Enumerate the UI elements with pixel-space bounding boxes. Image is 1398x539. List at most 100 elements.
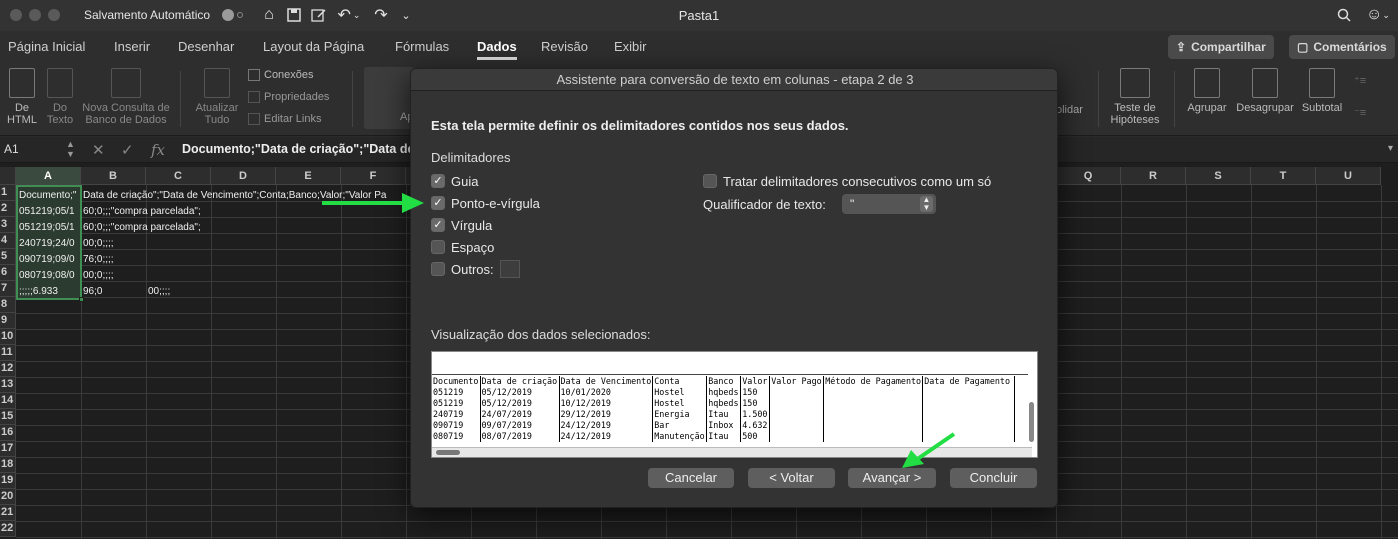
- column-header[interactable]: R: [1121, 167, 1186, 185]
- row-header[interactable]: 6: [0, 265, 16, 281]
- edit-links-button[interactable]: Editar Links: [248, 113, 321, 125]
- cell-a1[interactable]: Documento;": [19, 190, 81, 201]
- row-header[interactable]: 19: [0, 473, 16, 489]
- checkbox-unchecked-icon[interactable]: [431, 240, 445, 254]
- group-button[interactable]: Agrupar: [1184, 68, 1230, 114]
- row-header[interactable]: 16: [0, 425, 16, 441]
- row-header[interactable]: 13: [0, 377, 16, 393]
- checkbox-unchecked-icon[interactable]: [431, 262, 445, 276]
- row-header[interactable]: 9: [0, 313, 16, 329]
- row-header[interactable]: 14: [0, 393, 16, 409]
- row-header[interactable]: 17: [0, 441, 16, 457]
- column-header[interactable]: D: [211, 167, 276, 185]
- cancel-formula-icon[interactable]: ✕: [92, 141, 105, 159]
- ungroup-button[interactable]: Desagrupar: [1234, 68, 1296, 114]
- from-text-button[interactable]: Do Texto: [44, 68, 76, 126]
- cell-b6[interactable]: 00;0;;;;: [83, 270, 114, 281]
- formula-input[interactable]: Documento;"Data de criação";"Data de: [182, 142, 414, 156]
- column-header[interactable]: B: [81, 167, 146, 185]
- cell-a5[interactable]: 090719;09/0: [19, 254, 81, 265]
- row-header[interactable]: 10: [0, 329, 16, 345]
- row-header[interactable]: 11: [0, 345, 16, 361]
- cell-a4[interactable]: 240719;24/0: [19, 238, 81, 249]
- sort-button[interactable]: Ap: [364, 67, 414, 129]
- row-header[interactable]: 21: [0, 505, 16, 521]
- cell-a2[interactable]: 051219;05/1: [19, 206, 81, 217]
- qualifier-select[interactable]: " ▲ ▼: [842, 194, 936, 214]
- column-header[interactable]: F: [341, 167, 406, 185]
- cell-a6[interactable]: 080719;08/0: [19, 270, 81, 281]
- tab-dados[interactable]: Dados: [477, 39, 517, 60]
- row-header[interactable]: 18: [0, 457, 16, 473]
- what-if-button[interactable]: Teste de Hipóteses: [1106, 68, 1164, 126]
- cell-b5[interactable]: 76;0;;;;: [83, 254, 114, 265]
- checkbox-consecutive[interactable]: Tratar delimitadores consecutivos como u…: [703, 173, 991, 189]
- cell-b7[interactable]: 96;0: [83, 286, 102, 297]
- select-all-corner[interactable]: [0, 167, 16, 185]
- hide-detail-icon[interactable]: ⁻≡: [1354, 107, 1366, 119]
- cell-c7[interactable]: 00;;;;: [148, 286, 170, 297]
- expand-formula-icon[interactable]: ▾: [1388, 143, 1393, 154]
- checkbox-outros[interactable]: Outros:: [431, 260, 520, 278]
- finish-button[interactable]: Concluir: [950, 468, 1037, 488]
- tab-exibir[interactable]: Exibir: [614, 39, 647, 54]
- column-header[interactable]: A: [16, 167, 81, 185]
- column-header[interactable]: Q: [1056, 167, 1121, 185]
- search-icon[interactable]: [1334, 5, 1354, 25]
- row-header[interactable]: 3: [0, 217, 16, 233]
- connections-button[interactable]: Conexões: [248, 69, 314, 81]
- tab-desenhar[interactable]: Desenhar: [178, 39, 234, 54]
- subtotal-button[interactable]: Subtotal: [1300, 68, 1344, 114]
- share-button[interactable]: ⇪ Compartilhar: [1168, 35, 1274, 59]
- account-icon[interactable]: ☺ ⌄: [1364, 5, 1392, 25]
- column-header[interactable]: E: [276, 167, 341, 185]
- comments-button[interactable]: ▢ Comentários: [1289, 35, 1395, 59]
- row-header[interactable]: 5: [0, 249, 16, 265]
- checkbox-ponto-e-virgula[interactable]: ✓ Ponto-e-vírgula: [431, 195, 540, 211]
- row-header[interactable]: 4: [0, 233, 16, 249]
- checkbox-checked-icon[interactable]: ✓: [431, 196, 445, 210]
- function-icon[interactable]: fx: [151, 141, 165, 159]
- checkbox-checked-icon[interactable]: ✓: [431, 174, 445, 188]
- column-header[interactable]: U: [1316, 167, 1381, 185]
- tab-layout[interactable]: Layout da Página: [263, 39, 364, 54]
- checkbox-guia[interactable]: ✓ Guia: [431, 173, 478, 189]
- properties-button[interactable]: Propriedades: [248, 91, 329, 103]
- cell-a3[interactable]: 051219;05/1: [19, 222, 81, 233]
- next-button[interactable]: Avançar >: [848, 468, 936, 488]
- checkbox-espaco[interactable]: Espaço: [431, 239, 494, 255]
- refresh-all-button[interactable]: Atualizar Tudo: [192, 68, 242, 126]
- row-header[interactable]: 12: [0, 361, 16, 377]
- tab-pagina-inicial[interactable]: Página Inicial: [8, 39, 85, 54]
- from-html-button[interactable]: De HTML: [5, 68, 39, 126]
- cell-b4[interactable]: 00;0;;;;: [83, 238, 114, 249]
- new-db-query-button[interactable]: Nova Consulta de Banco de Dados: [80, 68, 172, 126]
- checkbox-virgula[interactable]: ✓ Vírgula: [431, 217, 492, 233]
- column-header[interactable]: T: [1251, 167, 1316, 185]
- row-header[interactable]: 2: [0, 201, 16, 217]
- show-detail-icon[interactable]: ⁺≡: [1354, 75, 1366, 87]
- tab-formulas[interactable]: Fórmulas: [395, 39, 449, 54]
- row-header[interactable]: 15: [0, 409, 16, 425]
- fill-handle[interactable]: [79, 297, 84, 302]
- cell-a7[interactable]: ;;;;;6.933: [19, 286, 81, 297]
- confirm-formula-icon[interactable]: ✓: [121, 141, 134, 159]
- name-box[interactable]: A1: [4, 142, 19, 156]
- row-header[interactable]: 22: [0, 521, 16, 537]
- row-header[interactable]: 20: [0, 489, 16, 505]
- tab-revisao[interactable]: Revisão: [541, 39, 588, 54]
- tab-inserir[interactable]: Inserir: [114, 39, 150, 54]
- preview-vertical-scrollbar[interactable]: [1029, 402, 1034, 442]
- cancel-button[interactable]: Cancelar: [648, 468, 734, 488]
- back-button[interactable]: < Voltar: [748, 468, 835, 488]
- column-header[interactable]: S: [1186, 167, 1251, 185]
- column-header[interactable]: C: [146, 167, 211, 185]
- checkbox-unchecked-icon[interactable]: [703, 174, 717, 188]
- cell-b3[interactable]: 60;0;;;"compra parcelada";: [83, 222, 201, 233]
- checkbox-checked-icon[interactable]: ✓: [431, 218, 445, 232]
- row-header[interactable]: 7: [0, 281, 16, 297]
- chevron-updown-icon[interactable]: ▲ ▼: [66, 139, 75, 159]
- outros-input[interactable]: [499, 260, 520, 278]
- row-header[interactable]: 1: [0, 185, 16, 201]
- row-header[interactable]: 8: [0, 297, 16, 313]
